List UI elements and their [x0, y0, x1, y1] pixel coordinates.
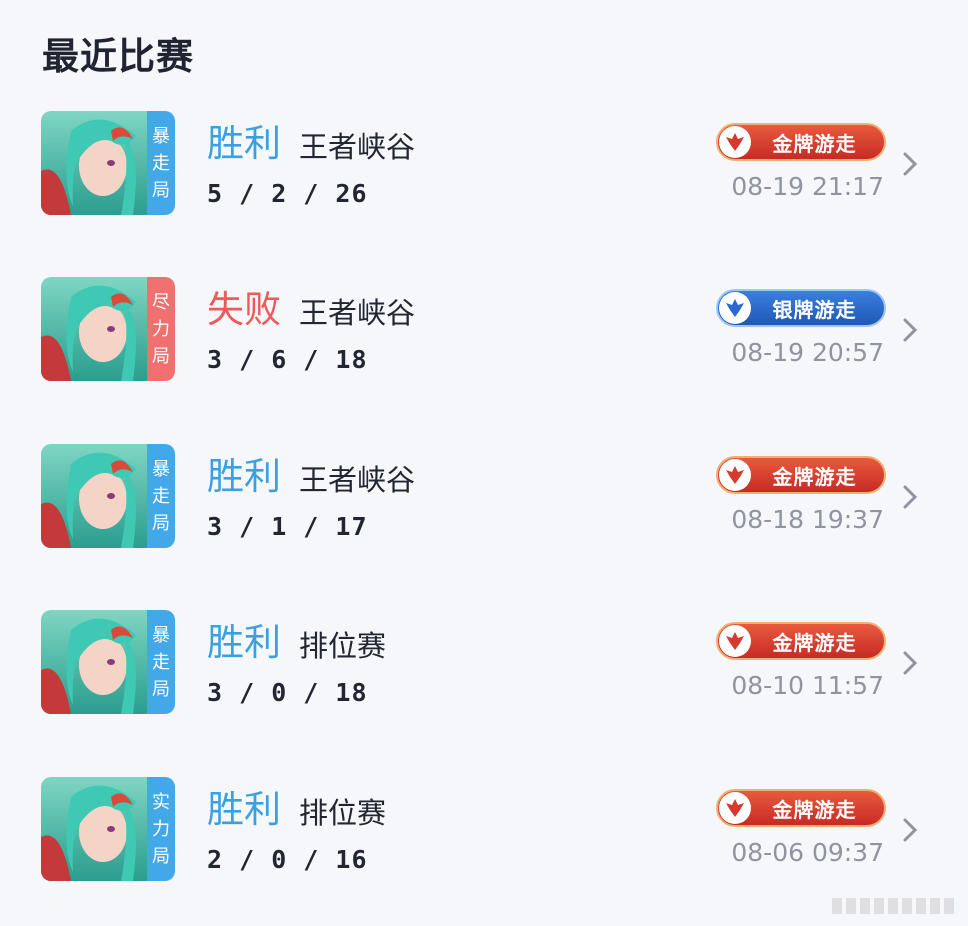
hero-portrait-icon — [41, 111, 149, 215]
match-datetime: 08-18 19:37 — [731, 505, 884, 534]
map-name: 排位赛 — [299, 629, 387, 663]
match-datetime: 08-06 09:37 — [731, 838, 884, 867]
performance-badge: 金牌游走 — [716, 123, 886, 161]
kda-stats: 3 / 0 / 18 — [207, 678, 368, 707]
mode-tag: 暴 走 局 — [147, 610, 175, 714]
rank-emblem-icon — [719, 792, 751, 824]
rank-emblem-icon — [719, 459, 751, 491]
page-title: 最近比赛 — [42, 35, 194, 78]
mode-tag-char: 尽 — [152, 291, 170, 313]
badge-label: 金牌游走 — [772, 630, 857, 655]
performance-badge: 金牌游走 — [716, 789, 886, 827]
mode-tag-char: 走 — [152, 152, 170, 174]
mode-tag-char: 局 — [152, 512, 170, 534]
chevron-right-icon[interactable] — [902, 151, 918, 177]
hero-avatar: 暴 走 局 — [41, 111, 175, 215]
chevron-right-icon[interactable] — [902, 484, 918, 510]
mode-tag-char: 暴 — [152, 458, 170, 480]
map-name: 王者峡谷 — [299, 463, 416, 497]
match-row[interactable]: 暴 走 局 胜利 王者峡谷 3 / 1 / 17 金牌游走 08-18 19:3… — [0, 444, 968, 554]
match-row[interactable]: 暴 走 局 胜利 排位赛 3 / 0 / 18 金牌游走 08-10 11:57 — [0, 610, 968, 720]
mode-tag: 暴 走 局 — [147, 444, 175, 548]
chevron-right-icon[interactable] — [902, 650, 918, 676]
performance-badge: 金牌游走 — [716, 622, 886, 660]
mode-tag-char: 走 — [152, 485, 170, 507]
match-row[interactable]: 尽 力 局 失败 王者峡谷 3 / 6 / 18 银牌游走 08-19 20:5… — [0, 277, 968, 387]
match-datetime: 08-10 11:57 — [731, 671, 884, 700]
match-datetime: 08-19 20:57 — [731, 338, 884, 367]
match-row[interactable]: 暴 走 局 胜利 王者峡谷 5 / 2 / 26 金牌游走 08-19 21:1… — [0, 111, 968, 221]
mode-tag-char: 局 — [152, 179, 170, 201]
performance-badge: 银牌游走 — [716, 289, 886, 327]
hero-portrait-icon — [41, 610, 149, 714]
mode-tag-char: 力 — [152, 818, 170, 840]
badge-label: 金牌游走 — [772, 131, 857, 156]
mode-tag: 尽 力 局 — [147, 277, 175, 381]
mode-tag: 实 力 局 — [147, 777, 175, 881]
badge-label: 金牌游走 — [772, 464, 857, 489]
badge-label: 银牌游走 — [772, 297, 857, 322]
hero-avatar: 暴 走 局 — [41, 444, 175, 548]
mode-tag-char: 暴 — [152, 624, 170, 646]
mode-tag-char: 走 — [152, 651, 170, 673]
mode-tag-char: 暴 — [152, 125, 170, 147]
mode-tag-char: 局 — [152, 845, 170, 867]
hero-avatar: 暴 走 局 — [41, 610, 175, 714]
match-result: 胜利 — [207, 455, 281, 498]
rank-emblem-icon — [719, 126, 751, 158]
match-result: 胜利 — [207, 621, 281, 664]
hero-portrait-icon — [41, 777, 149, 881]
match-datetime: 08-19 21:17 — [731, 172, 884, 201]
hero-portrait-icon — [41, 444, 149, 548]
match-result: 胜利 — [207, 788, 281, 831]
kda-stats: 5 / 2 / 26 — [207, 179, 368, 208]
kda-stats: 3 / 6 / 18 — [207, 345, 368, 374]
badge-label: 金牌游走 — [772, 797, 857, 822]
map-name: 王者峡谷 — [299, 130, 416, 164]
rank-emblem-icon — [719, 292, 751, 324]
hero-avatar: 实 力 局 — [41, 777, 175, 881]
performance-badge: 金牌游走 — [716, 456, 886, 494]
mode-tag-char: 力 — [152, 318, 170, 340]
mode-tag: 暴 走 局 — [147, 111, 175, 215]
chevron-right-icon[interactable] — [902, 817, 918, 843]
match-row[interactable]: 实 力 局 胜利 排位赛 2 / 0 / 16 金牌游走 08-06 09:37 — [0, 777, 968, 887]
hero-avatar: 尽 力 局 — [41, 277, 175, 381]
hero-portrait-icon — [41, 277, 149, 381]
kda-stats: 3 / 1 / 17 — [207, 512, 368, 541]
match-result: 胜利 — [207, 122, 281, 165]
watermark — [832, 898, 954, 914]
mode-tag-char: 局 — [152, 345, 170, 367]
rank-emblem-icon — [719, 625, 751, 657]
chevron-right-icon[interactable] — [902, 317, 918, 343]
mode-tag-char: 局 — [152, 678, 170, 700]
kda-stats: 2 / 0 / 16 — [207, 845, 368, 874]
mode-tag-char: 实 — [152, 791, 170, 813]
map-name: 王者峡谷 — [299, 296, 416, 330]
match-result: 失败 — [207, 288, 281, 331]
map-name: 排位赛 — [299, 796, 387, 830]
